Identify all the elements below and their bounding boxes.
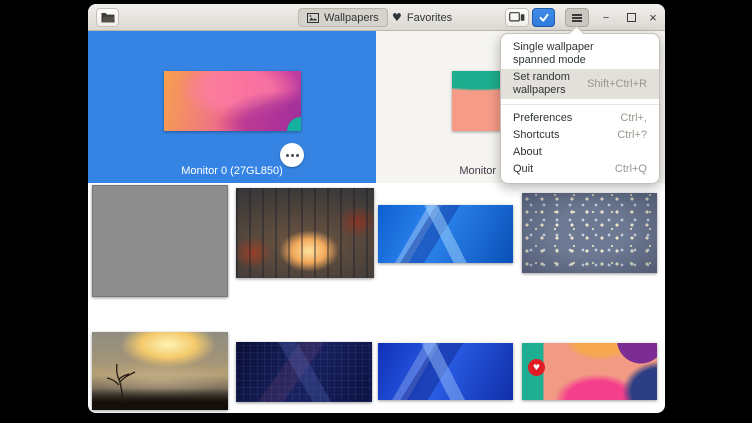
folder-open-icon (101, 12, 115, 23)
primary-menu-popover: Single wallpaper spanned mode Set random… (500, 33, 660, 184)
wallpaper-thumb-sunset-lone-tree[interactable] (92, 332, 228, 410)
wallpaper-thumb-autumn-forest-path[interactable] (236, 188, 374, 278)
ellipsis-icon (291, 154, 294, 157)
tree-silhouette (102, 358, 144, 404)
menu-item-label: Quit (513, 163, 533, 176)
menu-item-preferences[interactable]: Preferences Ctrl+, (501, 110, 659, 127)
display-mode-button[interactable] (505, 8, 529, 27)
maximize-icon (627, 13, 636, 22)
menu-separator (501, 104, 659, 105)
tab-favorites-label: Favorites (407, 12, 452, 24)
heart-icon: ♥ (392, 12, 402, 23)
app-window: Wallpapers ♥ Favorites − × (88, 4, 665, 413)
wallpaper-thumb-colorful-abstract[interactable]: ♥ (522, 343, 657, 400)
monitor-0-label: Monitor 0 (27GL850) (88, 165, 376, 177)
menu-item-accel: Ctrl+? (617, 129, 647, 142)
monitor-0-options-button[interactable] (280, 143, 304, 167)
open-folder-button[interactable] (96, 8, 119, 27)
menu-item-label: Shortcuts (513, 129, 559, 142)
apply-wallpapers-button[interactable] (532, 8, 555, 27)
wallpaper-thumb-blue-geometric[interactable] (378, 205, 513, 263)
close-icon: × (649, 10, 657, 25)
menu-item-shortcuts[interactable]: Shortcuts Ctrl+? (501, 127, 659, 144)
dual-monitor-icon (509, 12, 525, 23)
menu-item-label: About (513, 146, 542, 159)
image-icon (307, 13, 319, 23)
tab-wallpapers[interactable]: Wallpapers (298, 8, 388, 27)
hamburger-icon (572, 17, 582, 19)
monitor-0-panel[interactable]: Monitor 0 (27GL850) (88, 31, 376, 183)
monitor-0-wallpaper-preview (164, 71, 301, 131)
menu-item-accel: Ctrl+, (620, 112, 647, 125)
menu-item-label: Single wallpaper spanned mode (513, 41, 635, 67)
tab-wallpapers-label: Wallpapers (324, 12, 379, 24)
tab-favorites[interactable]: ♥ Favorites (384, 8, 460, 27)
wallpaper-thumb-royal-blue-geometric[interactable] (378, 343, 513, 400)
menu-item-set-random-wallpapers[interactable]: Set random wallpapers Shift+Ctrl+R (501, 69, 659, 99)
maximize-button[interactable] (622, 8, 640, 27)
favorite-badge: ♥ (528, 359, 545, 376)
menu-item-accel: Shift+Ctrl+R (587, 78, 647, 91)
primary-menu-button[interactable] (565, 8, 589, 27)
menu-item-single-wallpaper-spanned-mode[interactable]: Single wallpaper spanned mode (501, 39, 659, 69)
close-button[interactable]: × (644, 8, 662, 27)
wallpaper-thumb-snowy-forest-aerial[interactable] (522, 193, 657, 273)
menu-item-about[interactable]: About (501, 144, 659, 161)
menu-item-label: Set random wallpapers (513, 71, 575, 97)
wallpaper-thumb-gray-placeholder[interactable] (92, 185, 228, 297)
wallpaper-thumb-dark-navy-geometric[interactable] (236, 342, 372, 402)
check-icon (538, 12, 550, 23)
minimize-icon: − (603, 12, 609, 24)
menu-item-quit[interactable]: Quit Ctrl+Q (501, 161, 659, 178)
menu-item-label: Preferences (513, 112, 572, 125)
menu-item-accel: Ctrl+Q (615, 163, 647, 176)
heart-icon: ♥ (533, 364, 540, 372)
minimize-button[interactable]: − (597, 8, 615, 27)
